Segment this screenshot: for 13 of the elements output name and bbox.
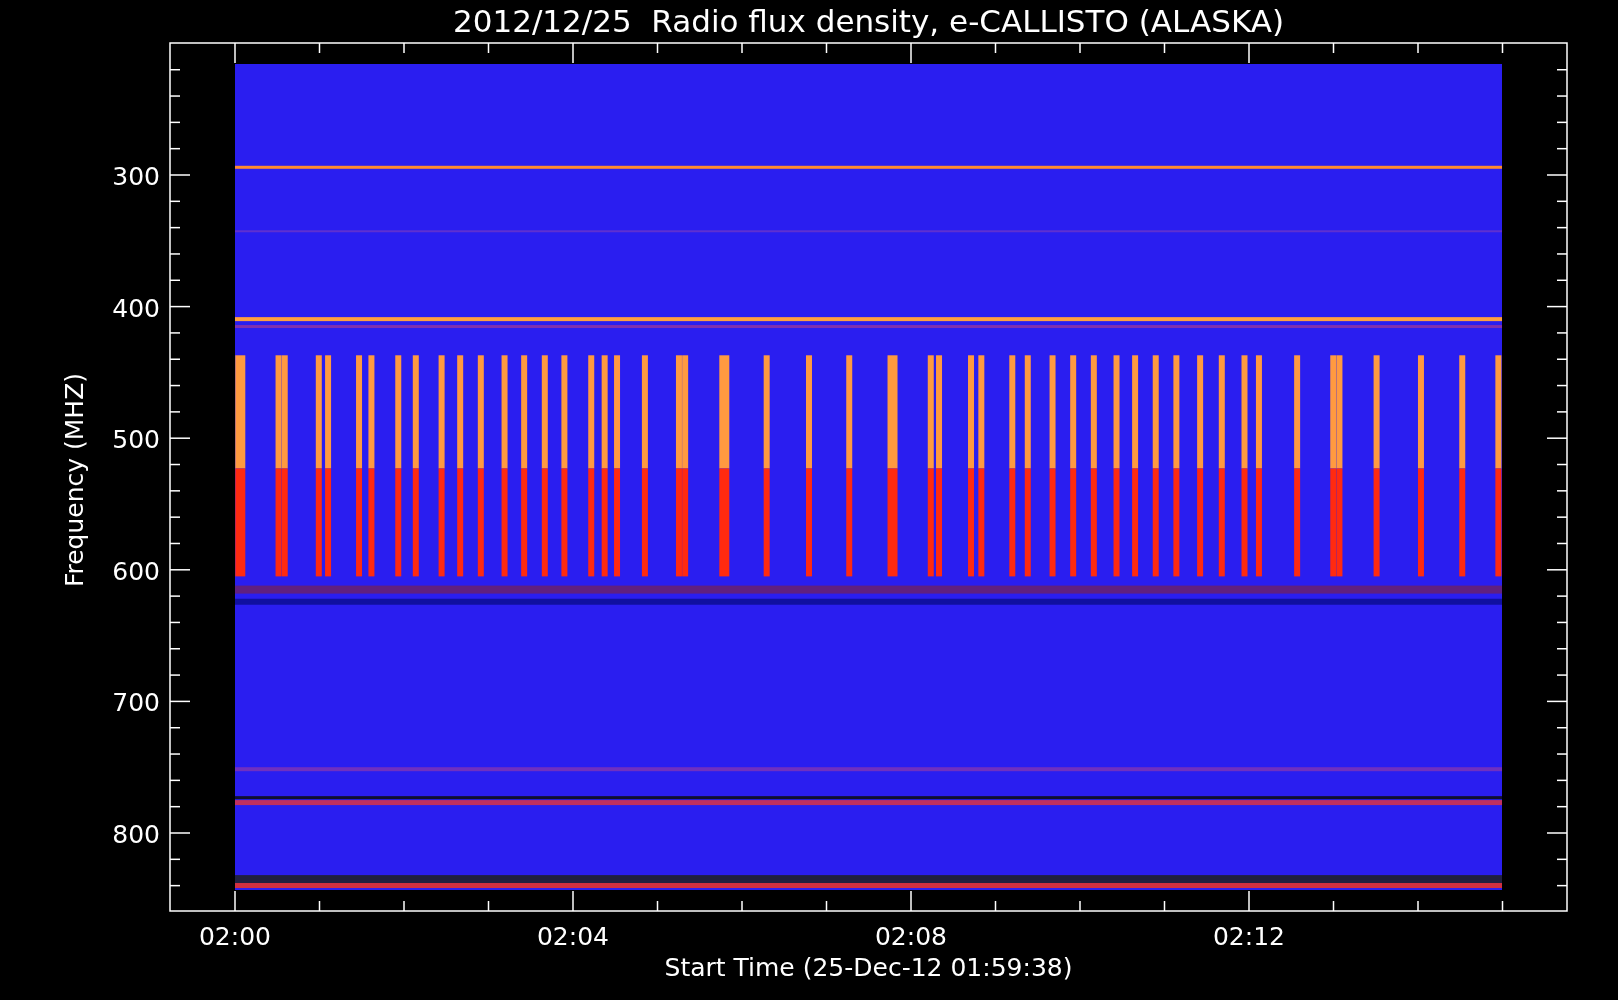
- x-tick-label: 02:04: [537, 922, 609, 951]
- chart-title: 2012/12/25 Radio flux density, e-CALLISTO (ALASKA): [453, 3, 1284, 39]
- y-tick-label: 600: [112, 556, 160, 586]
- x-tick-label: 02:12: [1213, 922, 1285, 951]
- y-tick-label: 400: [112, 293, 160, 323]
- y-axis-label: Frequency (MHZ): [60, 372, 89, 588]
- y-tick-label: 300: [112, 162, 160, 191]
- x-axis-label: Start Time (25-Dec-12 01:59:38): [664, 953, 1073, 982]
- y-tick-label: 800: [112, 820, 160, 849]
- y-tick-label: 500: [112, 425, 160, 455]
- x-tick-label: 02:00: [199, 922, 271, 951]
- x-tick-label: 02:08: [875, 922, 947, 951]
- y-tick-label: 700: [112, 688, 160, 718]
